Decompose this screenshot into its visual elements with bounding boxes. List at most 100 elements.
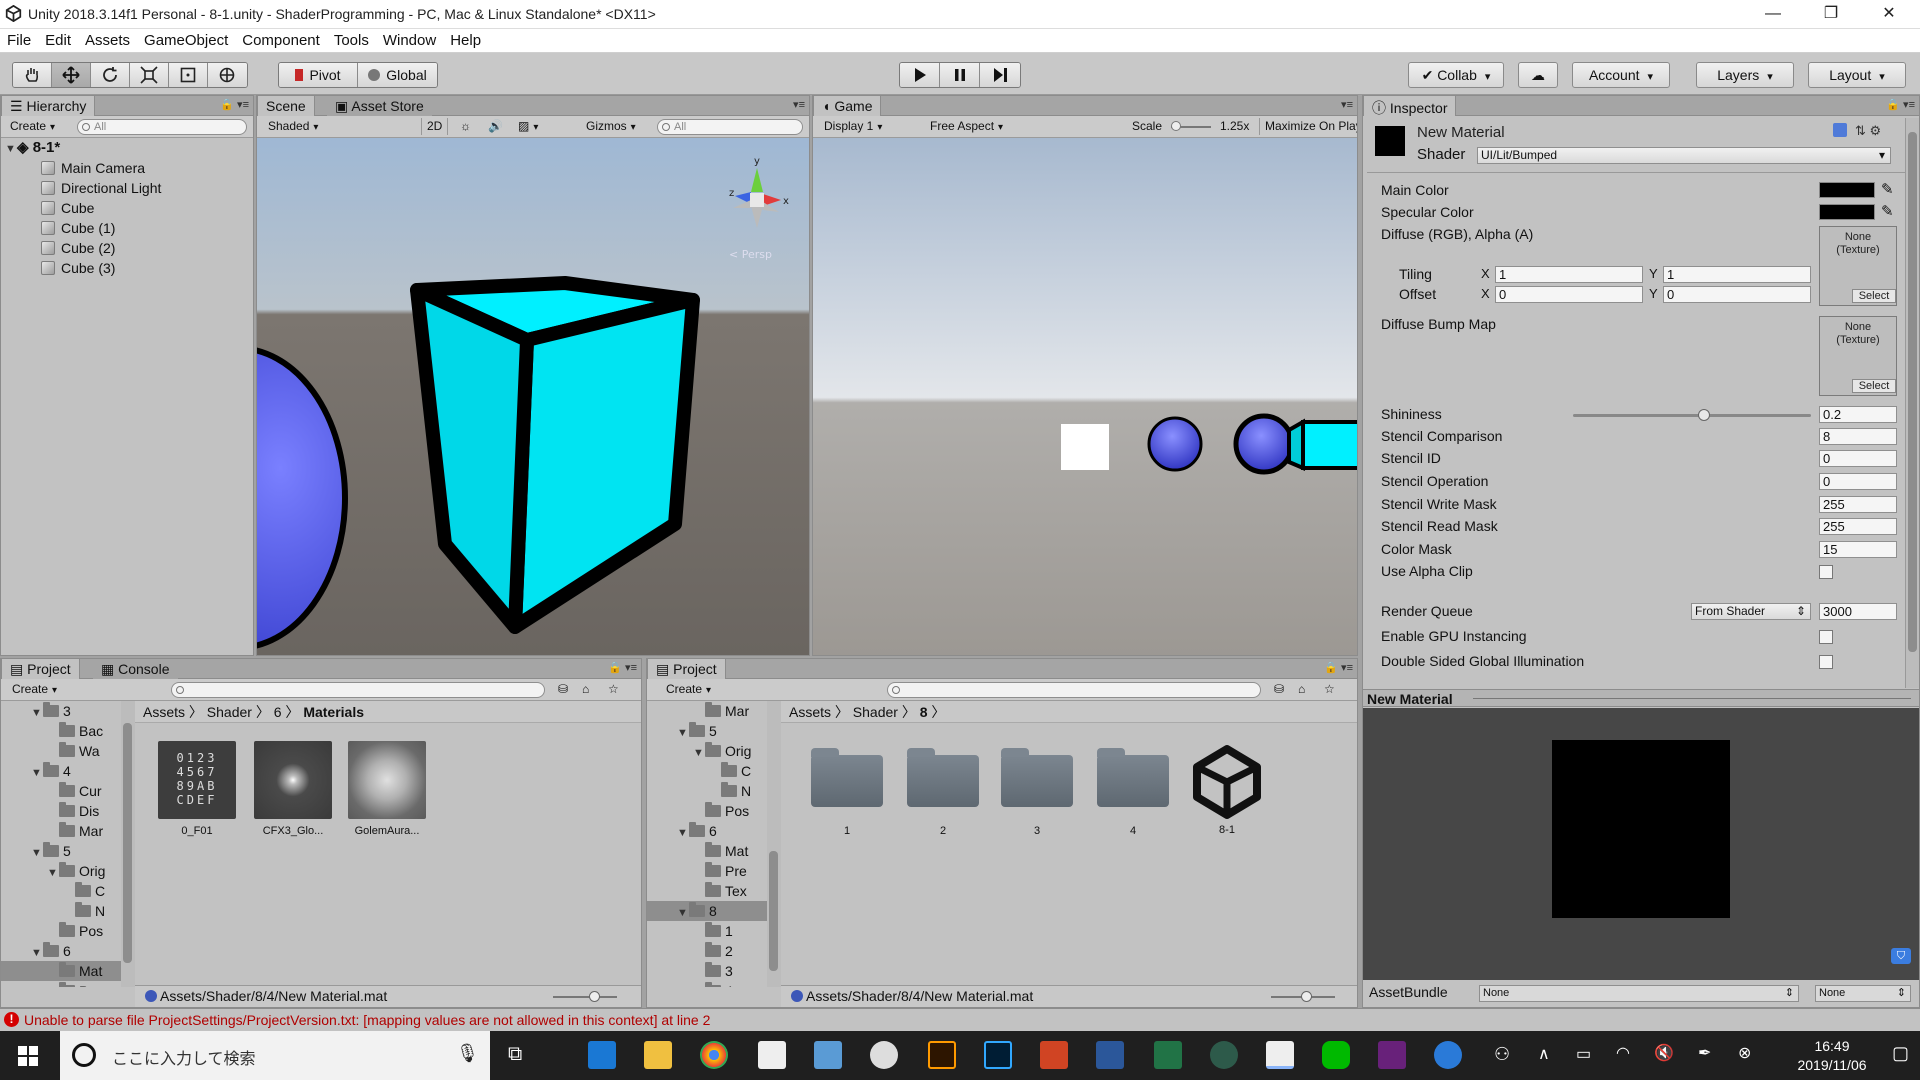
- folder-tree-item[interactable]: Pos: [647, 801, 767, 821]
- scale-slider[interactable]: [1171, 121, 1211, 131]
- project2-search-input[interactable]: [887, 682, 1261, 698]
- scene-asset-item[interactable]: 8-1: [1187, 741, 1267, 836]
- folder-tree-item[interactable]: ▼ 8: [647, 901, 767, 921]
- excel-icon[interactable]: [1154, 1041, 1182, 1069]
- hierarchy-item[interactable]: Cube (2): [41, 238, 115, 258]
- visual-studio-icon[interactable]: [1378, 1041, 1406, 1069]
- expand-triangle-icon[interactable]: ▼: [31, 703, 43, 723]
- collab-button[interactable]: ✔ Collab: [1408, 62, 1504, 88]
- menu-gameobject[interactable]: GameObject: [137, 29, 235, 49]
- tab-scene[interactable]: Scene: [257, 96, 315, 116]
- folder-tree-item[interactable]: ▼ 4: [1, 761, 121, 781]
- slider-thumb[interactable]: [589, 991, 600, 1002]
- folder-tree-item[interactable]: C: [647, 761, 767, 781]
- folder-tree-item[interactable]: Mar: [1, 821, 121, 841]
- unity-taskbar-icon[interactable]: [1266, 1041, 1294, 1069]
- panel-menu-icon[interactable]: 🔒 ▾≡: [608, 661, 637, 674]
- alpha-clip-checkbox[interactable]: [1819, 565, 1833, 579]
- bump-map-select-button[interactable]: Select: [1852, 379, 1896, 393]
- gizmos-dropdown[interactable]: Gizmos: [581, 118, 641, 135]
- taskbar-search-box[interactable]: ここに入力して検索 🎙: [60, 1031, 490, 1080]
- breadcrumb-item[interactable]: Shader: [207, 704, 252, 720]
- shininess-slider[interactable]: [1573, 409, 1811, 421]
- folder-tree-item[interactable]: Mar: [647, 701, 767, 721]
- step-button[interactable]: [980, 63, 1020, 87]
- hierarchy-item[interactable]: Cube (3): [41, 258, 115, 278]
- scene-root-row[interactable]: ▼◈ 8-1*: [5, 138, 60, 158]
- maximize-on-play-toggle[interactable]: Maximize On Play: [1259, 118, 1357, 135]
- breadcrumb-item[interactable]: 8: [920, 704, 928, 720]
- people-icon[interactable]: ⚇: [1494, 1044, 1510, 1065]
- illustrator-icon[interactable]: [928, 1041, 956, 1069]
- main-color-swatch[interactable]: [1819, 182, 1875, 198]
- material-preview[interactable]: ⛉: [1363, 708, 1919, 980]
- store-icon[interactable]: [758, 1041, 786, 1069]
- restore-button[interactable]: ❐: [1802, 0, 1860, 29]
- breadcrumb-item[interactable]: Assets: [789, 704, 831, 720]
- edge-icon[interactable]: [588, 1041, 616, 1069]
- shininess-slider-thumb[interactable]: [1698, 409, 1710, 421]
- stencil-operation-input[interactable]: 0: [1819, 473, 1897, 490]
- microphone-icon[interactable]: 🎙: [456, 1043, 479, 1064]
- folder-tree-item[interactable]: Cur: [1, 781, 121, 801]
- scrollbar-thumb[interactable]: [123, 723, 132, 963]
- project1-create-button[interactable]: Create: [7, 681, 62, 698]
- battery-icon[interactable]: ▭: [1576, 1044, 1591, 1064]
- favorite-star-icon[interactable]: ☆: [1319, 681, 1340, 698]
- specular-color-swatch[interactable]: [1819, 204, 1875, 220]
- notifications-icon[interactable]: ▢: [1892, 1043, 1909, 1064]
- file-explorer-icon[interactable]: [644, 1041, 672, 1069]
- project1-search-input[interactable]: [171, 682, 545, 698]
- panel-menu-icon[interactable]: ▾≡: [1341, 98, 1353, 111]
- breadcrumb-item[interactable]: 6: [274, 704, 282, 720]
- chat-app-icon[interactable]: [870, 1041, 898, 1069]
- transform-all-tool-button[interactable]: [208, 63, 247, 87]
- rotate-tool-button[interactable]: [91, 63, 130, 87]
- hierarchy-item[interactable]: Main Camera: [41, 158, 145, 178]
- folder-tree-item[interactable]: 3: [647, 961, 767, 981]
- color-mask-input[interactable]: 15: [1819, 541, 1897, 558]
- tab-project[interactable]: ▤ Project: [1, 659, 80, 679]
- status-bar[interactable]: ! Unable to parse file ProjectSettings/P…: [0, 1008, 1920, 1031]
- menu-help[interactable]: Help: [443, 29, 488, 49]
- 2d-toggle-button[interactable]: 2D: [421, 118, 449, 135]
- menu-assets[interactable]: Assets: [78, 29, 137, 49]
- inspector-scrollbar-thumb[interactable]: [1908, 132, 1917, 652]
- expand-triangle-icon[interactable]: ▼: [677, 823, 689, 843]
- scene-viewport[interactable]: y x z < Persp: [257, 138, 810, 656]
- diffuse-texture-slot[interactable]: None (Texture) Select: [1819, 226, 1897, 306]
- pivot-button[interactable]: Pivot: [279, 63, 358, 87]
- folder-tree-item[interactable]: Dis: [1, 801, 121, 821]
- powerpoint-icon[interactable]: [1040, 1041, 1068, 1069]
- folder-tree-item[interactable]: 2: [647, 941, 767, 961]
- stencil-read-mask-input[interactable]: 255: [1819, 518, 1897, 535]
- stencil-write-mask-input[interactable]: 255: [1819, 496, 1897, 513]
- folder-tree-item[interactable]: Wa: [1, 741, 121, 761]
- filter-type-icon[interactable]: ⛁: [553, 681, 573, 698]
- tiling-x-input[interactable]: 1: [1495, 266, 1643, 283]
- minimize-button[interactable]: —: [1744, 0, 1802, 29]
- breadcrumb-item[interactable]: Assets: [143, 704, 185, 720]
- volume-mute-icon[interactable]: 🔇: [1654, 1043, 1674, 1063]
- folder-tree-item[interactable]: Pos: [1, 921, 121, 941]
- eyedropper-icon[interactable]: ✎: [1881, 202, 1894, 220]
- folder-tree-item[interactable]: Pre: [1, 981, 121, 987]
- filter-label-icon[interactable]: ⌂: [1293, 681, 1310, 698]
- breadcrumb-item[interactable]: Shader: [853, 704, 898, 720]
- thumbnail-size-slider[interactable]: [1271, 991, 1335, 1002]
- shading-mode-dropdown[interactable]: Shaded: [263, 118, 413, 135]
- folder-tree-item[interactable]: ▼ Orig: [647, 741, 767, 761]
- folder-tree-item[interactable]: Tex: [647, 881, 767, 901]
- component-header-icons[interactable]: ⇅ ⚙: [1833, 123, 1903, 141]
- bump-map-slot[interactable]: None (Texture) Select: [1819, 316, 1897, 396]
- filter-label-icon[interactable]: ⌂: [577, 681, 594, 698]
- scene-search-input[interactable]: All: [657, 119, 803, 135]
- tag-icon[interactable]: ⛉: [1891, 948, 1911, 964]
- shader-dropdown[interactable]: UI/Lit/Bumped ▾: [1477, 147, 1891, 164]
- photoshop-icon[interactable]: [984, 1041, 1012, 1069]
- panel-menu-icon[interactable]: ▾≡: [793, 98, 805, 111]
- diffuse-texture-select-button[interactable]: Select: [1852, 289, 1896, 303]
- asset-item[interactable]: GolemAura...: [347, 741, 427, 837]
- move-tool-button[interactable]: [52, 63, 91, 87]
- menu-component[interactable]: Component: [235, 29, 327, 49]
